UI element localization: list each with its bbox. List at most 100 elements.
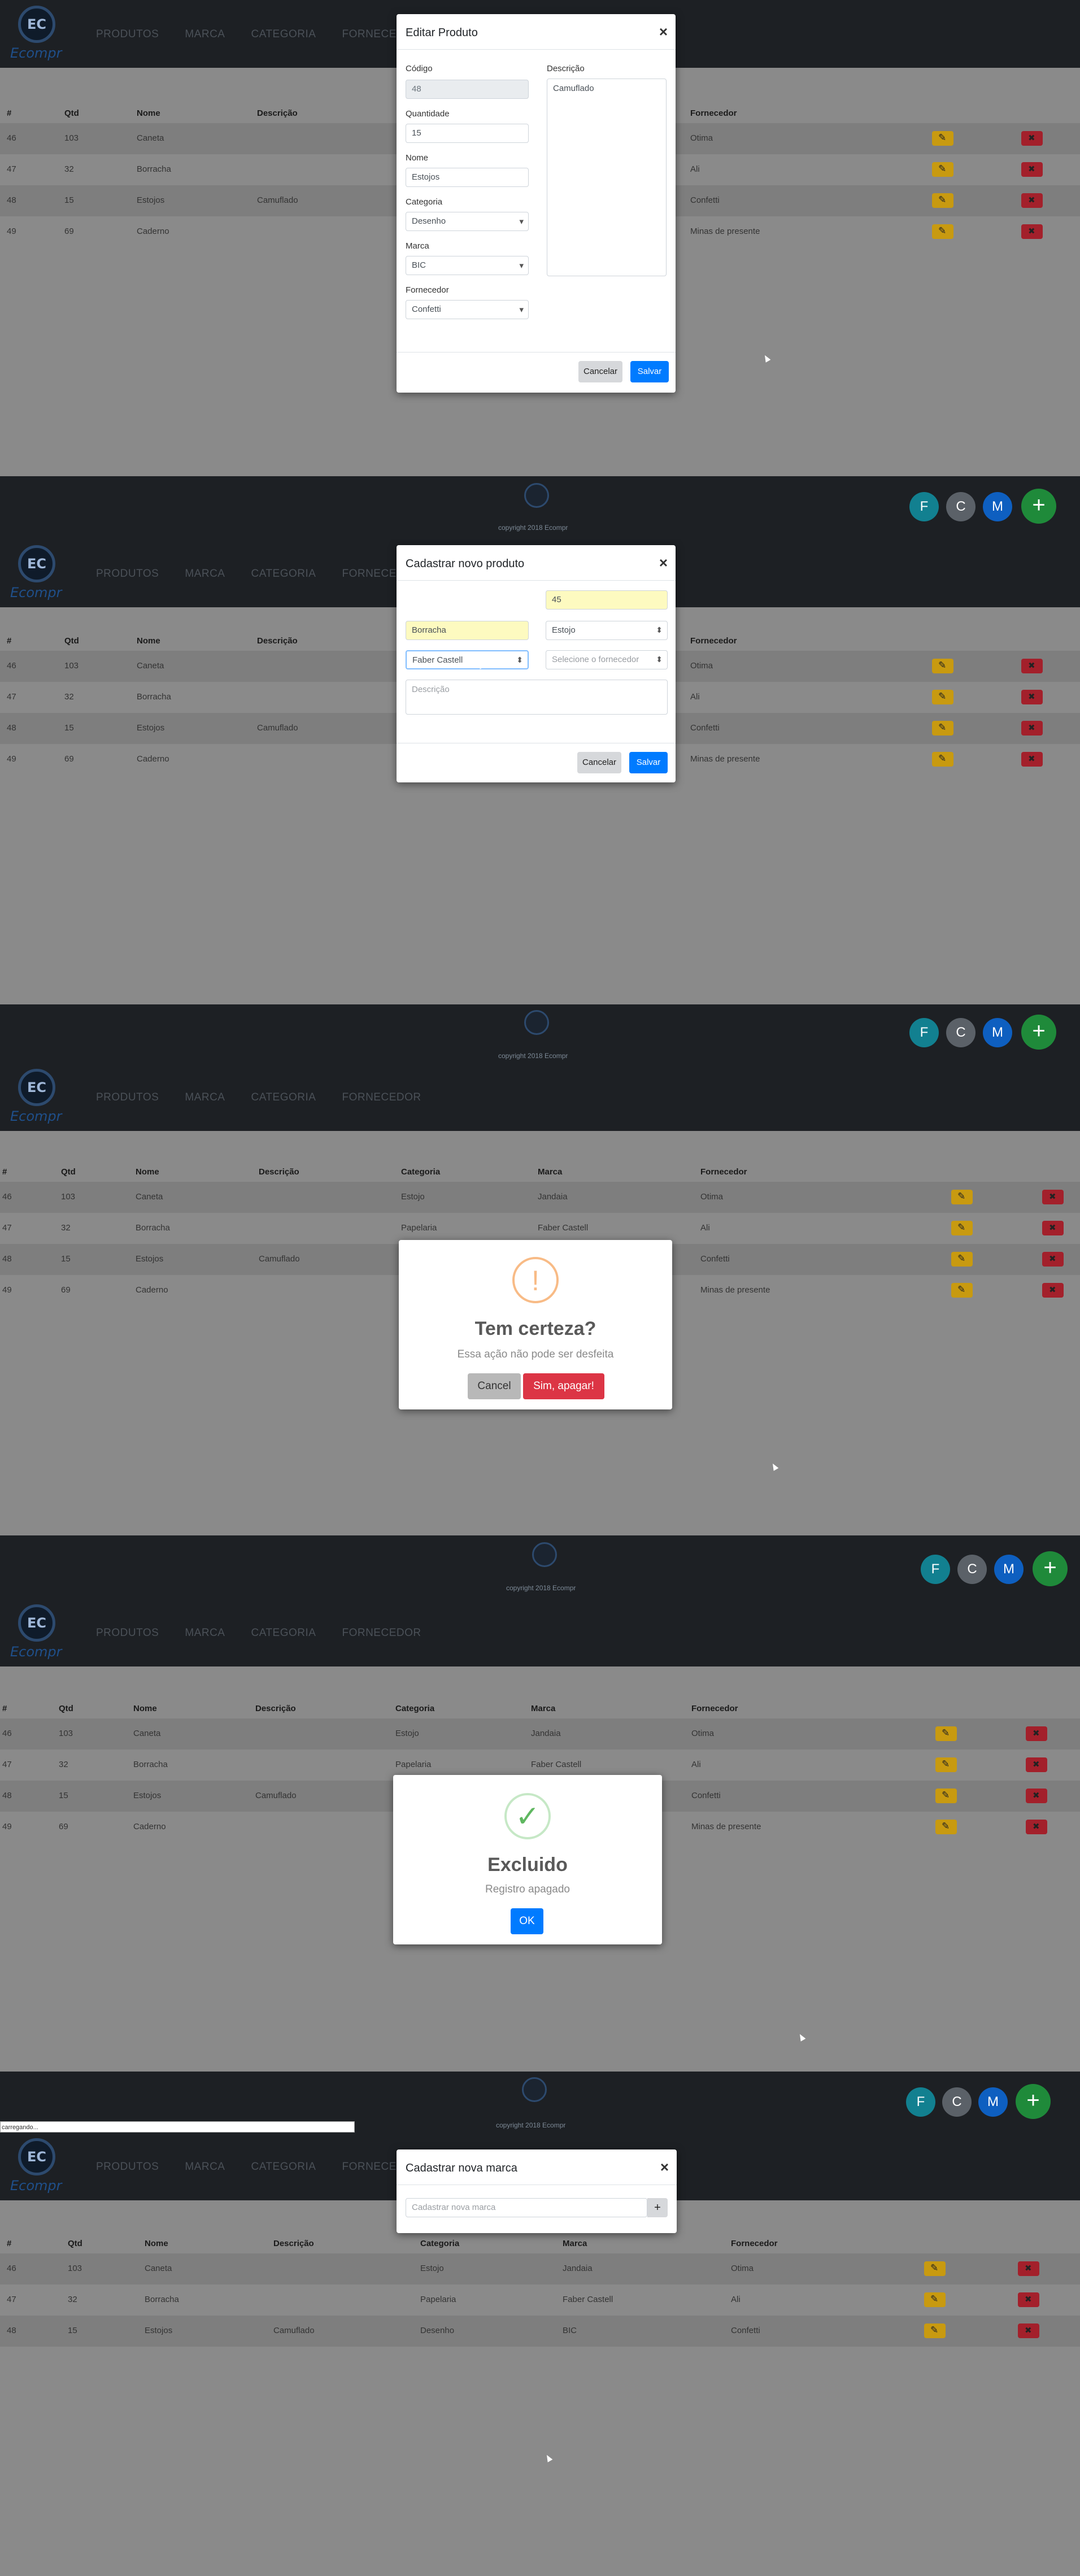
delete-button[interactable] bbox=[1026, 1789, 1047, 1803]
brand-name-input[interactable]: Cadastrar nova marca bbox=[406, 2198, 647, 2217]
delete-button[interactable] bbox=[1042, 1190, 1064, 1204]
edit-button[interactable] bbox=[924, 2292, 946, 2307]
fab-add[interactable]: + bbox=[1033, 1551, 1068, 1586]
delete-button[interactable] bbox=[1021, 752, 1043, 767]
delete-button[interactable] bbox=[1021, 721, 1043, 736]
edit-button[interactable] bbox=[932, 193, 953, 208]
close-icon[interactable]: × bbox=[659, 23, 668, 41]
fab-categoria[interactable]: C bbox=[946, 492, 976, 521]
nome-input[interactable]: Borracha bbox=[406, 621, 529, 640]
nav-produtos[interactable]: PRODUTOS bbox=[96, 1627, 159, 1639]
delete-button[interactable] bbox=[1021, 224, 1043, 239]
delete-button[interactable] bbox=[1042, 1221, 1064, 1235]
nav-marca[interactable]: MARCA bbox=[185, 2161, 225, 2173]
logo[interactable]: EC Ecompr bbox=[10, 6, 67, 62]
fornecedor-select[interactable]: Confetti bbox=[406, 300, 529, 319]
logo[interactable]: EC Ecompr bbox=[10, 2138, 67, 2195]
nav-produtos[interactable]: PRODUTOS bbox=[96, 568, 159, 580]
fab-marca[interactable]: M bbox=[983, 492, 1012, 521]
fab-add[interactable]: + bbox=[1021, 1015, 1056, 1050]
nav-fornecedor[interactable]: FORNECEDOR bbox=[342, 1091, 421, 1104]
edit-button[interactable] bbox=[932, 721, 953, 736]
save-button[interactable]: Salvar bbox=[630, 361, 669, 382]
codigo-input[interactable]: 48 bbox=[406, 80, 529, 99]
edit-button[interactable] bbox=[951, 1283, 973, 1298]
fab-fornecedor[interactable]: F bbox=[909, 492, 939, 521]
delete-button[interactable] bbox=[1021, 162, 1043, 177]
save-button[interactable]: Salvar bbox=[629, 752, 668, 773]
nav-fornecedor[interactable]: FORNECEDOR bbox=[342, 1627, 421, 1639]
nav-categoria[interactable]: CATEGORIA bbox=[251, 1091, 316, 1104]
quantidade-input[interactable]: 15 bbox=[406, 124, 529, 143]
delete-button[interactable] bbox=[1026, 1820, 1047, 1834]
cancel-button[interactable]: Cancelar bbox=[578, 361, 622, 382]
logo[interactable]: EC Ecompr bbox=[10, 545, 67, 602]
fab-marca[interactable]: M bbox=[983, 1018, 1012, 1047]
edit-button[interactable] bbox=[932, 659, 953, 673]
fab-categoria[interactable]: C bbox=[946, 1018, 976, 1047]
fab-fornecedor[interactable]: F bbox=[921, 1555, 950, 1584]
nav-categoria[interactable]: CATEGORIA bbox=[251, 568, 316, 580]
cancel-button[interactable]: Cancelar bbox=[577, 752, 621, 773]
delete-button[interactable] bbox=[1021, 131, 1043, 146]
ok-button[interactable]: OK bbox=[511, 1908, 543, 1934]
quantidade-input[interactable]: 45 bbox=[546, 590, 668, 610]
fab-marca[interactable]: M bbox=[994, 1555, 1024, 1584]
fab-categoria[interactable]: C bbox=[957, 1555, 987, 1584]
logo[interactable]: EC Ecompr bbox=[10, 1069, 67, 1125]
edit-button[interactable] bbox=[935, 1789, 957, 1803]
edit-button[interactable] bbox=[932, 131, 953, 146]
add-brand-button[interactable]: + bbox=[647, 2198, 668, 2217]
fab-add[interactable]: + bbox=[1016, 2084, 1051, 2119]
logo[interactable]: EC Ecompr bbox=[10, 1604, 67, 1661]
close-icon[interactable]: × bbox=[659, 554, 668, 572]
edit-button[interactable] bbox=[951, 1252, 973, 1267]
fornecedor-select[interactable]: Selecione o fornecedor bbox=[546, 650, 668, 669]
fab-add[interactable]: + bbox=[1021, 489, 1056, 524]
delete-button[interactable] bbox=[1026, 1726, 1047, 1741]
delete-button[interactable] bbox=[1042, 1252, 1064, 1267]
delete-button[interactable] bbox=[1042, 1283, 1064, 1298]
confirm-delete-button[interactable]: Sim, apagar! bbox=[523, 1373, 604, 1399]
nav-marca[interactable]: MARCA bbox=[185, 1091, 225, 1104]
marca-select[interactable]: Faber Castell bbox=[406, 650, 529, 669]
fab-fornecedor[interactable]: F bbox=[909, 1018, 939, 1047]
nome-input[interactable]: Estojos bbox=[406, 168, 529, 187]
categoria-select[interactable]: Estojo bbox=[546, 621, 668, 640]
fab-categoria[interactable]: C bbox=[942, 2087, 972, 2117]
nav-marca[interactable]: MARCA bbox=[185, 28, 225, 41]
close-icon[interactable]: × bbox=[660, 2159, 669, 2176]
descricao-textarea[interactable]: Camuflado bbox=[547, 79, 667, 276]
edit-button[interactable] bbox=[951, 1221, 973, 1235]
fab-fornecedor[interactable]: F bbox=[906, 2087, 935, 2117]
edit-button[interactable] bbox=[932, 690, 953, 704]
delete-button[interactable] bbox=[1021, 659, 1043, 673]
edit-button[interactable] bbox=[932, 162, 953, 177]
nav-categoria[interactable]: CATEGORIA bbox=[251, 2161, 316, 2173]
edit-button[interactable] bbox=[932, 224, 953, 239]
edit-button[interactable] bbox=[932, 752, 953, 767]
nav-marca[interactable]: MARCA bbox=[185, 1627, 225, 1639]
delete-button[interactable] bbox=[1026, 1757, 1047, 1772]
descricao-textarea[interactable]: Descrição bbox=[406, 680, 668, 715]
nav-categoria[interactable]: CATEGORIA bbox=[251, 1627, 316, 1639]
edit-button[interactable] bbox=[935, 1820, 957, 1834]
edit-button[interactable] bbox=[935, 1726, 957, 1741]
nav-marca[interactable]: MARCA bbox=[185, 568, 225, 580]
delete-button[interactable] bbox=[1018, 2261, 1039, 2276]
edit-button[interactable] bbox=[924, 2261, 946, 2276]
edit-button[interactable] bbox=[935, 1757, 957, 1772]
edit-button[interactable] bbox=[951, 1190, 973, 1204]
categoria-select[interactable]: Desenho bbox=[406, 212, 529, 231]
nav-produtos[interactable]: PRODUTOS bbox=[96, 28, 159, 41]
cancel-button[interactable]: Cancel bbox=[468, 1373, 521, 1399]
fab-marca[interactable]: M bbox=[978, 2087, 1008, 2117]
marca-select[interactable]: BIC bbox=[406, 256, 529, 275]
nav-produtos[interactable]: PRODUTOS bbox=[96, 2161, 159, 2173]
edit-button[interactable] bbox=[924, 2323, 946, 2338]
delete-button[interactable] bbox=[1021, 690, 1043, 704]
delete-button[interactable] bbox=[1018, 2323, 1039, 2338]
nav-produtos[interactable]: PRODUTOS bbox=[96, 1091, 159, 1104]
delete-button[interactable] bbox=[1018, 2292, 1039, 2307]
delete-button[interactable] bbox=[1021, 193, 1043, 208]
